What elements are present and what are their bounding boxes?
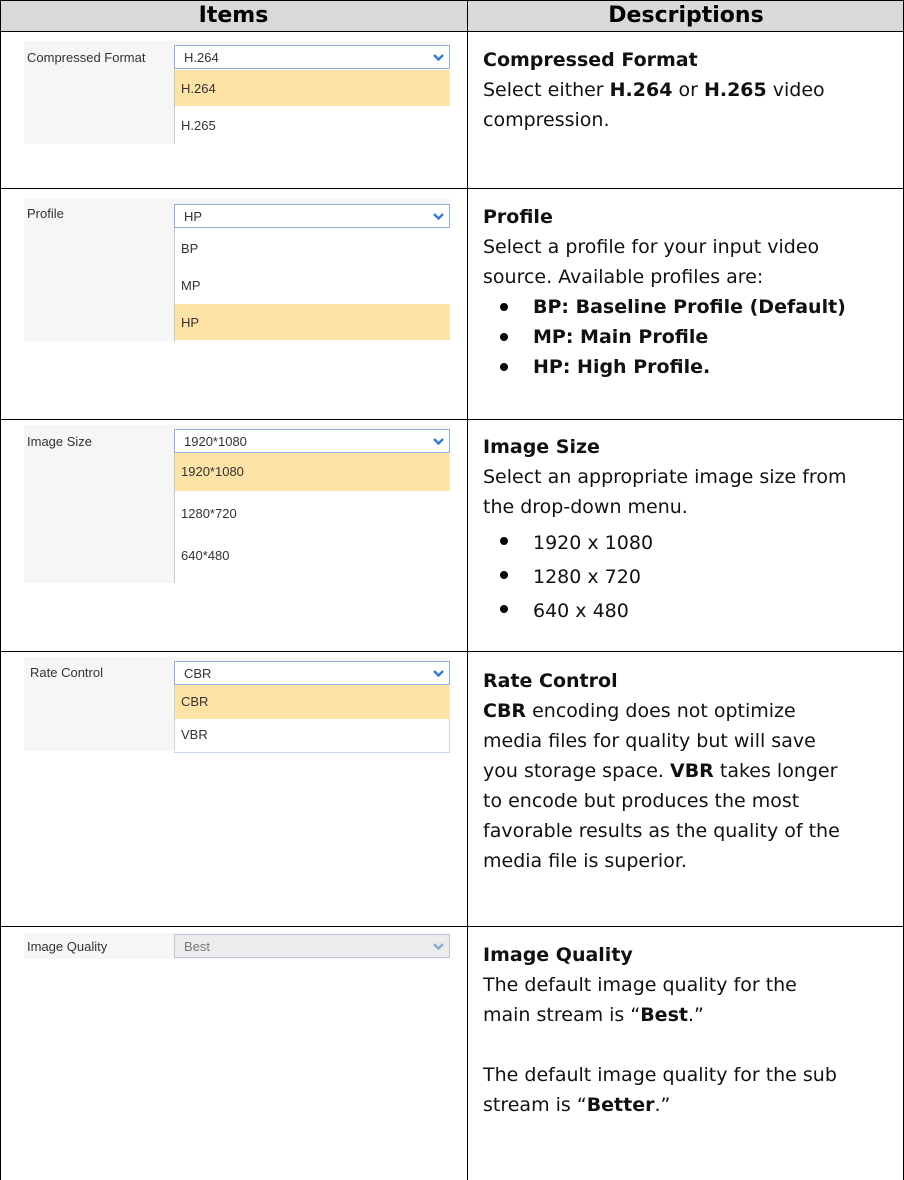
settings-table: Items Descriptions Compressed Format H.2… <box>0 0 904 1180</box>
selected-value: H.264 <box>184 50 219 65</box>
compressed-format-select[interactable]: H.264 <box>174 45 450 69</box>
selected-value: 1920*1080 <box>184 434 247 449</box>
description-image-quality: Image Quality The default image quality … <box>483 940 893 1120</box>
description-title: Profile <box>483 206 553 228</box>
description-text: Select either H.264 or H.265 video <box>483 79 825 101</box>
description-compressed-format: Compressed Format Select either H.264 or… <box>483 45 893 135</box>
description-text: The default image quality for the sub <box>483 1064 837 1086</box>
description-text: you storage space. VBR takes longer <box>483 760 838 782</box>
dropdown-option[interactable]: CBR <box>175 685 450 719</box>
description-profile: Profile Select a profile for your input … <box>483 202 893 382</box>
description-text: favorable results as the quality of the <box>483 820 840 842</box>
description-text: compression. <box>483 109 610 131</box>
description-text: CBR encoding does not optimize <box>483 700 796 722</box>
selected-value: HP <box>184 209 203 224</box>
list-item: 1280 x 720 <box>483 560 893 594</box>
description-text: to encode but produces the most <box>483 790 800 812</box>
dropdown-option[interactable]: MP <box>175 267 450 303</box>
header-descriptions: Descriptions <box>608 3 764 28</box>
selected-value: Best <box>184 939 211 954</box>
table-header: Items Descriptions <box>0 0 904 31</box>
dropdown-option[interactable]: H.264 <box>175 70 450 106</box>
dropdown-option[interactable]: 1280*720 <box>175 495 450 531</box>
description-text: stream is “Better.” <box>483 1094 671 1116</box>
compressed-format-dropdown: H.264 H.265 <box>174 69 451 144</box>
description-title: Rate Control <box>483 670 618 692</box>
image-size-select[interactable]: 1920*1080 <box>174 429 450 453</box>
description-text: The default image quality for the <box>483 974 797 996</box>
field-label: Profile <box>27 206 64 221</box>
field-label: Compressed Format <box>27 50 146 65</box>
table-border-top <box>0 0 904 1</box>
dropdown-option[interactable]: HP <box>175 304 450 340</box>
profile-list: BP: Baseline Profile (Default) MP: Main … <box>483 292 893 382</box>
chevron-down-icon <box>433 54 444 62</box>
image-quality-select[interactable]: Best <box>174 934 450 958</box>
chevron-down-icon <box>433 213 444 221</box>
profile-dropdown: BP MP HP <box>174 228 451 342</box>
description-text: Select an appropriate image size from <box>483 466 847 488</box>
description-text: Select a profile for your input video <box>483 236 820 258</box>
description-title: Image Quality <box>483 944 633 966</box>
selected-value: CBR <box>184 666 212 681</box>
dropdown-option[interactable]: 640*480 <box>175 537 450 573</box>
field-label: Rate Control <box>30 665 103 680</box>
description-text: main stream is “Best.” <box>483 1004 704 1026</box>
description-text: source. Available profiles are: <box>483 266 764 288</box>
list-item: 1920 x 1080 <box>483 526 893 560</box>
dropdown-option[interactable]: BP <box>175 230 450 266</box>
field-label: Image Quality <box>27 939 108 954</box>
dropdown-option[interactable]: H.265 <box>175 107 450 143</box>
description-image-size: Image Size Select an appropriate image s… <box>483 432 893 628</box>
description-text: media files for quality but will save <box>483 730 816 752</box>
dropdown-option[interactable]: VBR <box>175 719 450 751</box>
list-item: BP: Baseline Profile (Default) <box>483 292 893 322</box>
list-item: HP: High Profile. <box>483 352 893 382</box>
list-item: MP: Main Profile <box>483 322 893 352</box>
list-item: 640 x 480 <box>483 594 893 628</box>
rate-control-select[interactable]: CBR <box>174 661 450 685</box>
image-size-dropdown: 1920*1080 1280*720 640*480 <box>174 453 451 583</box>
description-title: Image Size <box>483 436 600 458</box>
profile-select[interactable]: HP <box>174 204 450 228</box>
chevron-down-icon <box>433 670 444 678</box>
description-rate-control: Rate Control CBR encoding does not optim… <box>483 666 893 876</box>
field-label: Image Size <box>27 434 93 449</box>
table-row-profile: Profile HP BP MP HP Profile Select a pro… <box>0 189 904 419</box>
image-size-list: 1920 x 1080 1280 x 720 640 x 480 <box>483 526 893 628</box>
header-items: Items <box>198 3 269 28</box>
description-title: Compressed Format <box>483 49 698 71</box>
chevron-down-icon <box>433 943 444 951</box>
table-row-image-quality: Image Quality Best Image Quality The def… <box>0 927 904 1180</box>
chevron-down-icon <box>433 438 444 446</box>
table-row-rate-control: Rate Control CBR CBR VBR Rate Control CB… <box>0 652 904 926</box>
table-row-compressed-format: Compressed Format H.264 H.264 H.265 Comp… <box>0 32 904 188</box>
description-text: media file is superior. <box>483 850 687 872</box>
dropdown-option[interactable]: 1920*1080 <box>175 453 450 491</box>
rate-control-dropdown: CBR VBR <box>174 685 450 753</box>
table-row-image-size: Image Size 1920*1080 1920*1080 1280*720 … <box>0 420 904 651</box>
description-text: the drop-down menu. <box>483 496 688 518</box>
